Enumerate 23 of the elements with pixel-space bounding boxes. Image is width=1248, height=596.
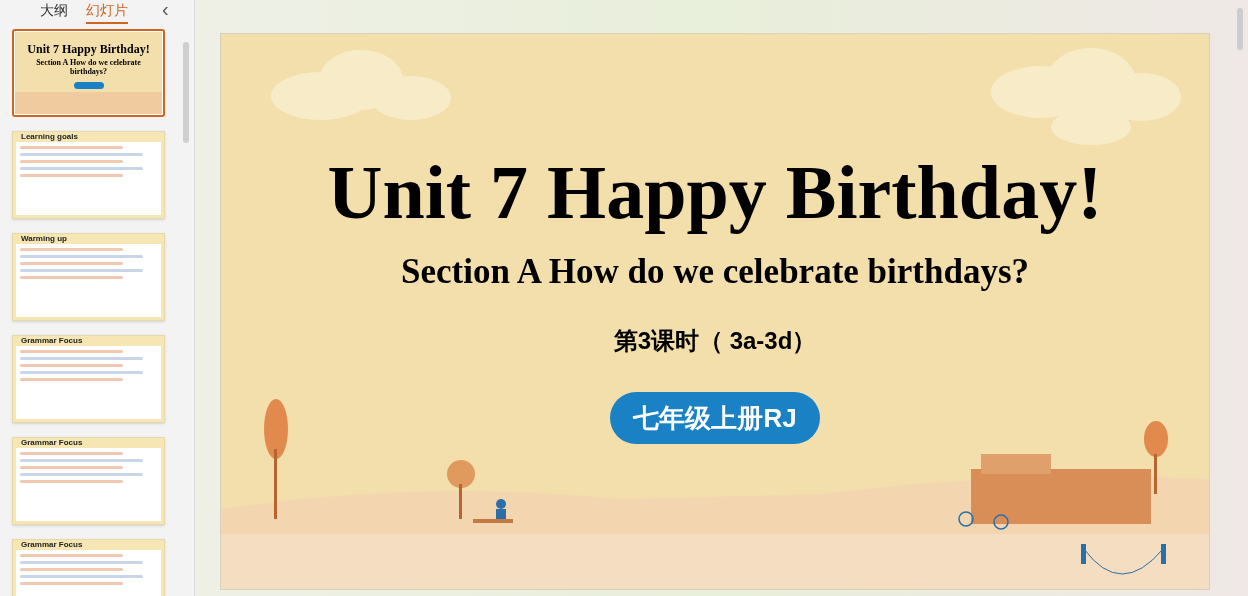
thumbnail-heading: Grammar Focus [20,540,84,550]
slide-thumbnail[interactable]: Warming up [12,233,165,321]
slide-thumbnail[interactable]: Grammar Focus [12,335,165,423]
thumbnail-heading: Warming up [20,234,68,244]
slide-thumbnail[interactable]: Grammar Focus [12,437,165,525]
panel-tab[interactable]: 幻灯片 [86,2,128,24]
thumbnail-heading: Grammar Focus [20,438,84,448]
slide-subtitle: Section A How do we celebrate birthdays? [401,252,1029,292]
slide-thumbnail[interactable]: Learning goals [12,131,165,219]
slide-thumbnail[interactable]: Grammar Focus [12,539,165,596]
lesson-label: 第3课时（ 3a-3d） [613,326,817,356]
thumbnail-heading: Learning goals [20,132,79,142]
scrollbar[interactable] [183,42,189,143]
thumbnail-title: Unit 7 Happy Birthday! [27,42,150,56]
badge-drawing [73,82,104,89]
thumbnail-heading: Grammar Focus [20,336,84,346]
thumbnail-subtitle: Section A How do we celebrate birthdays? [35,58,142,76]
panel-tab[interactable]: 大纲 [40,2,68,24]
grade-badge: 七年级上册RJ [610,392,820,444]
collapse-button[interactable]: ‹ [162,0,169,20]
slide-title: Unit 7 Happy Birthday! [327,150,1103,234]
scrollbar[interactable] [1237,8,1243,50]
slide-thumbnail[interactable]: Unit 7 Happy Birthday! Section A How do we celebrate birthdays? [12,29,165,117]
